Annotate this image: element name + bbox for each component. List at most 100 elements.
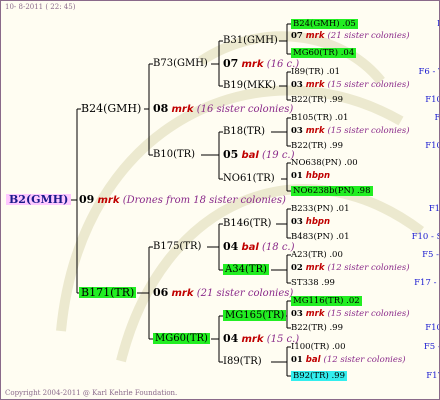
sister-colonies: (21 sister colonies) [196,288,294,299]
sister-colonies: (Drones from 18 sister colonies) [122,195,286,206]
copyright: Copyright 2004-2011 @ Karl Kehrle Founda… [5,389,178,397]
ancestor-row: B233(PN) .01 F19 - Sinop62R [291,204,439,214]
origin-label: F10 - Atlas85R [425,95,439,105]
gen-number: 08 [153,102,169,115]
dam-queen[interactable]: B171(TR) [79,287,137,298]
ancestor-queen[interactable]: B22(TR) .99 [291,323,343,333]
origin-label: F17 - Sinop62R [414,278,439,288]
sister-colonies: (15 sister colonies) [327,126,410,136]
b10-drone-info: 05 bal (19 c.) [223,149,295,161]
gen-number: 06 [153,286,169,299]
mark: bal [241,242,259,253]
sister-colonies: (15 sister colonies) [327,309,410,319]
queen-mg165[interactable]: MG165(TR) [223,310,287,321]
ancestor-queen[interactable]: B92(TR) .99 [291,371,347,381]
mark: mrk [305,80,328,90]
ancestor-row: I89(TR) .01 F6 - Takab93aR [291,67,439,77]
ancestor-row: B105(TR) .01 F6 - Old_Lady [291,113,439,123]
ancestor-row: B483(PN) .01 F10 - SinopEgg86R [291,232,439,242]
ancestor-queen[interactable]: MG60(TR) .04 [291,48,357,58]
drone-row: 07 mrk (21 sister colonies) [291,31,410,41]
pedigree-chart: 10- 8-2011 ( 22: 45) Copyright 2004-2011… [0,0,440,400]
queen-b146[interactable]: B146(TR) [223,218,271,229]
ancestor-queen[interactable]: NO6238b(PN) .98 [291,186,373,196]
gen-number: 07 [291,31,306,41]
sister-colonies: (12 sister colonies) [323,355,406,365]
origin-label: F19 - Sinop62R [428,204,440,214]
ancestor-queen[interactable]: NO638(PN) .00 [291,158,358,168]
gen-number: 01 [291,171,306,181]
queen-i89[interactable]: I89(TR) [223,356,262,367]
dam-drone-info: 06 mrk (21 sister colonies) [153,287,293,299]
ancestor-queen[interactable]: B22(TR) .99 [291,141,343,151]
ancestor-queen[interactable]: MG116(TR) .02 [291,296,362,306]
mg60-drone-info: 04 mrk (15 c.) [223,333,299,345]
origin-label: F5 - Takab93aR [423,342,439,352]
mark: mrk [305,126,328,136]
mark: bal [305,355,324,365]
ancestor-row: ST338 .99 F17 - Sinop62R [291,278,439,288]
gen-number: 01 [291,355,306,365]
gen-number: 09 [79,193,95,206]
drone-row: 03 mrk (15 sister colonies) [291,309,410,319]
origin-label: F17 - Sinop62R [426,371,439,381]
origin-label: F5 - xankiri97R [422,250,439,260]
ancestor-row: A23(TR) .00 F5 - xankiri97R [291,250,439,260]
ancestor-row: NO6238b(PN) .98F4 - NO6294R [291,186,373,196]
gen-number: 03 [291,80,306,90]
ancestor-row: B22(TR) .99 F10 - Atlas85R [291,323,439,333]
ancestor-row: NO638(PN) .00F5 - NO6294R [291,158,358,168]
mark: mrk [97,195,120,206]
ancestor-row: B22(TR) .99 F10 - Atlas85R [291,95,439,105]
gen-number: 05 [223,148,239,161]
ancestor-queen[interactable]: I89(TR) .01 [291,67,340,77]
sire-drone-info: 08 mrk (16 sister colonies) [153,103,293,115]
ancestor-queen[interactable]: B24(GMH) .05 [291,19,358,29]
drone-row: 03 mrk (15 sister colonies) [291,126,410,136]
mark: mrk [171,288,194,299]
origin-label: F6 - Takab93aR [418,67,440,77]
ancestor-queen[interactable]: A23(TR) .00 [291,250,343,260]
ancestor-queen[interactable]: B483(PN) .01 [291,232,349,242]
queen-b73[interactable]: B73(GMH) [153,58,208,69]
root-queen[interactable]: B2(GMH) [6,194,72,205]
origin-label: F10 - SinopEgg86R [411,232,439,242]
sister-colonies: (12 sister colonies) [327,263,410,273]
mark: bal [241,150,259,161]
sister-colonies: (16 sister colonies) [196,104,294,115]
sister-colonies: (19 c.) [262,150,295,161]
gen-number: 03 [291,309,306,319]
gen-number: 04 [223,332,239,345]
queen-mg60[interactable]: MG60(TR) [153,333,210,344]
mark: mrk [305,263,328,273]
sire-queen[interactable]: B24(GMH) [81,103,141,114]
ancestor-row: B22(TR) .99 F10 - Atlas85R [291,141,439,151]
queen-b18[interactable]: B18(TR) [223,126,265,137]
ancestor-queen[interactable]: I100(TR) .00 [291,342,346,352]
gen-number: 03 [291,217,306,227]
ancestor-queen[interactable]: B233(PN) .01 [291,204,349,214]
origin-label: F10 - Atlas85R [425,141,439,151]
gen-number: 03 [291,126,306,136]
root-drone-info: 09 mrk (Drones from 18 sister colonies) [79,194,286,206]
drone-row: 01 hbpn [291,171,330,181]
drone-row: 03 hbpn [291,217,330,227]
ancestor-row: B24(GMH) .05F15 - Sinop72R [291,19,439,29]
drone-row: 01 bal (12 sister colonies) [291,355,406,365]
ancestor-queen[interactable]: B22(TR) .99 [291,95,343,105]
ancestor-queen[interactable]: B105(TR) .01 [291,113,348,123]
queen-b31[interactable]: B31(GMH) [223,35,278,46]
queen-no61[interactable]: NO61(TR) [223,173,275,184]
queen-b19[interactable]: B19(MKK) [223,80,276,91]
queen-a34[interactable]: A34(TR) [223,264,269,275]
mark: hbpn [305,171,331,181]
gen-number: 07 [223,57,239,70]
ancestor-row: B92(TR) .99 F17 - Sinop62R [291,371,439,381]
gen-number: 04 [223,240,239,253]
origin-label: F10 - Atlas85R [425,323,439,333]
queen-b175[interactable]: B175(TR) [153,241,201,252]
mark: hbpn [305,217,331,227]
b175-drone-info: 04 bal (18 c.) [223,241,295,253]
ancestor-queen[interactable]: ST338 .99 [291,278,335,288]
queen-b10[interactable]: B10(TR) [153,149,195,160]
